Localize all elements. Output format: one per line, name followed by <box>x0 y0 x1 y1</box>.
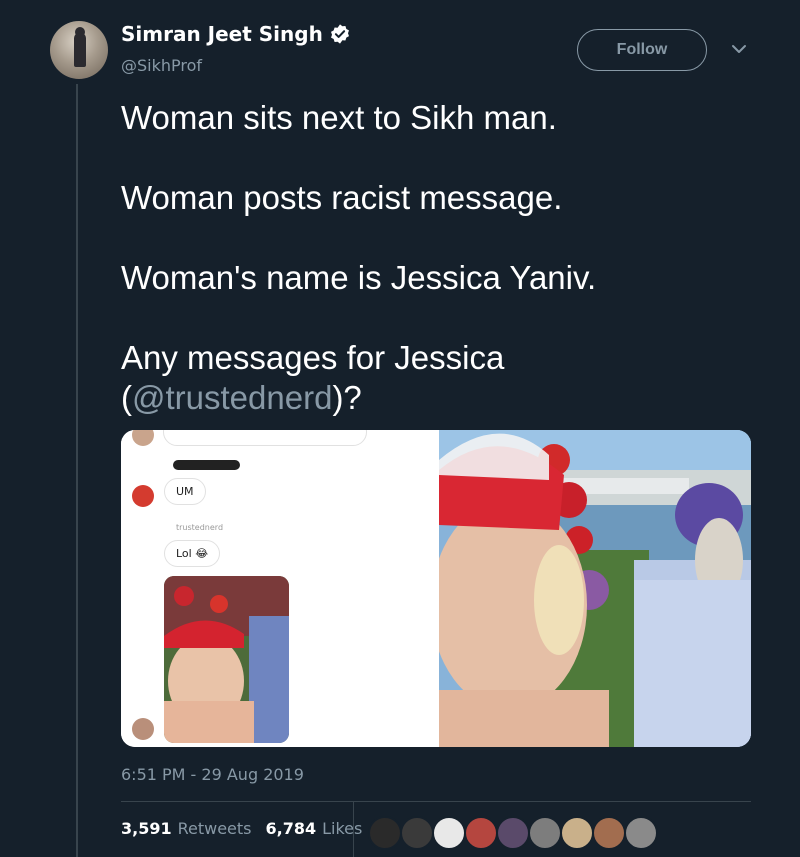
tweet-line-2: Woman posts racist message. <box>121 179 563 216</box>
chat-avatar <box>132 485 154 507</box>
liker-avatar[interactable] <box>624 816 658 850</box>
tweet-line-1: Woman sits next to Sikh man. <box>121 99 557 136</box>
retweets-label[interactable]: Retweets <box>178 819 252 838</box>
tweet-media[interactable]: UM trustednerd Lol 😂 <box>121 430 751 747</box>
avatar[interactable] <box>50 21 108 79</box>
divider <box>121 801 751 802</box>
tweet-text: Woman sits next to Sikh man. Woman posts… <box>121 98 771 418</box>
verified-badge-icon <box>330 24 349 44</box>
liker-avatar[interactable] <box>560 816 594 850</box>
sender-label: trustednerd <box>176 523 224 532</box>
follow-button[interactable]: Follow <box>577 29 707 71</box>
author-name-row[interactable]: Simran Jeet Singh <box>121 22 351 46</box>
liker-avatar[interactable] <box>400 816 434 850</box>
tweet-timestamp[interactable]: 6:51 PM - 29 Aug 2019 <box>121 765 304 784</box>
liker-avatar[interactable] <box>528 816 562 850</box>
liker-avatar[interactable] <box>496 816 530 850</box>
likes-label[interactable]: Likes <box>322 819 362 838</box>
message-bubble: UM <box>164 478 206 505</box>
chevron-down-icon[interactable] <box>731 43 747 55</box>
thread-line <box>76 84 78 857</box>
stats-separator <box>353 802 354 857</box>
author-display-name[interactable]: Simran Jeet Singh <box>121 22 323 46</box>
liker-avatar[interactable] <box>432 816 466 850</box>
mention-link[interactable]: @trustednerd <box>132 379 332 416</box>
engagement-stats: 3,591 Retweets 6,784 Likes <box>121 819 362 838</box>
tweet-line-3: Woman's name is Jessica Yaniv. <box>121 259 597 296</box>
author-handle[interactable]: @SikhProf <box>121 56 202 75</box>
liker-avatar[interactable] <box>464 816 498 850</box>
liker-avatar[interactable] <box>368 816 402 850</box>
media-photo-right[interactable] <box>439 430 751 747</box>
message-bubble: Lol 😂 <box>164 540 221 567</box>
media-screenshot-left[interactable]: UM trustednerd Lol 😂 <box>121 430 437 747</box>
redacted-bar <box>173 460 240 470</box>
retweets-count[interactable]: 3,591 <box>121 819 172 838</box>
tweet-line-4: Any messages for Jessica <box>121 339 505 376</box>
liker-avatar[interactable] <box>592 816 626 850</box>
liker-avatars <box>368 816 658 850</box>
likes-count[interactable]: 6,784 <box>266 819 317 838</box>
chat-photo <box>164 576 289 743</box>
